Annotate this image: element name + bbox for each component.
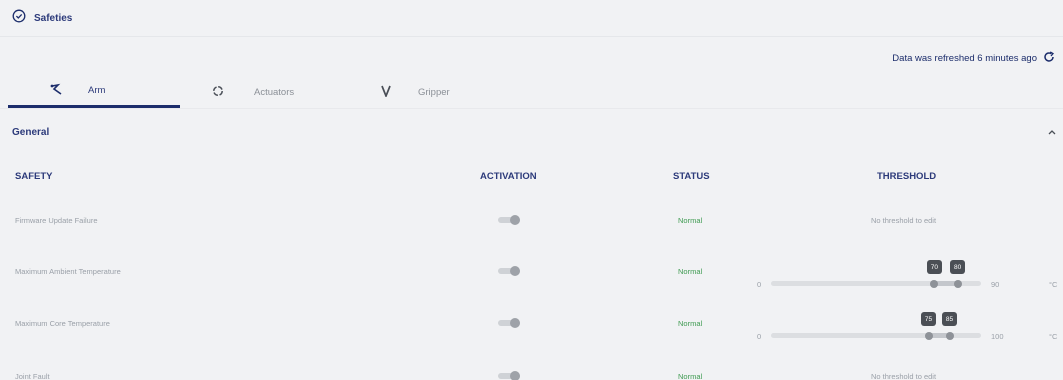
tab-arm[interactable]: Arm (8, 76, 180, 108)
activation-toggle[interactable] (498, 371, 520, 380)
column-header: ACTIVATION (480, 171, 537, 182)
page-title: Safeties (34, 12, 73, 24)
activation-toggle[interactable] (498, 318, 520, 328)
activation-toggle[interactable] (498, 215, 520, 225)
safety-name: Joint Fault (15, 372, 50, 380)
safety-name: Firmware Update Failure (15, 216, 98, 225)
safety-name: Maximum Core Temperature (15, 319, 110, 328)
status-badge: Normal (678, 267, 703, 276)
slider-value-low: 75 (921, 312, 936, 326)
slider-max-label: 100 (991, 332, 1004, 341)
section-general[interactable]: General (12, 124, 1057, 140)
slider-max-label: 90 (991, 280, 1000, 289)
slider-thumb-low[interactable] (930, 279, 939, 288)
actuator-ring-icon (212, 85, 224, 100)
table-row: Firmware Update Failure Normal No thresh… (0, 206, 1063, 246)
tab-label: Actuators (254, 86, 295, 98)
refresh-icon[interactable] (1043, 50, 1055, 66)
divider (0, 36, 1063, 37)
slider-value-high: 80 (950, 260, 966, 274)
tab-label: Gripper (418, 86, 450, 98)
slider-unit: °C (1049, 332, 1058, 341)
slider-unit: °C (1049, 280, 1058, 289)
table-row: Maximum Ambient Temperature Normal 0 70 … (0, 250, 1063, 290)
table-row: Joint Fault Normal No threshold to edit (0, 352, 1063, 380)
threshold-text: No threshold to edit (871, 372, 937, 380)
activation-toggle[interactable] (498, 266, 520, 276)
safety-name: Maximum Ambient Temperature (15, 267, 121, 276)
section-title: General (12, 126, 50, 138)
chevron-up-icon[interactable] (1047, 123, 1057, 141)
shield-check-icon (12, 9, 26, 28)
tab-actuators[interactable]: Actuators (180, 76, 360, 108)
slider-thumb-high[interactable] (945, 331, 954, 340)
refresh-text: Data was refreshed 6 minutes ago (892, 52, 1037, 64)
slider-min-label: 0 (757, 332, 762, 341)
threshold-slider[interactable]: 0 75 85 100 °C (757, 302, 1063, 342)
threshold-text: No threshold to edit (871, 216, 937, 225)
gripper-icon (380, 85, 392, 100)
table-row: Maximum Core Temperature Normal 0 75 85 … (0, 302, 1063, 342)
status-badge: Normal (678, 216, 703, 225)
slider-thumb-low[interactable] (924, 331, 933, 340)
column-header: THRESHOLD (877, 171, 937, 182)
slider-value-high: 85 (942, 312, 957, 326)
divider (0, 108, 1063, 109)
slider-thumb-high[interactable] (953, 279, 962, 288)
threshold-slider[interactable]: 0 70 80 90 °C (757, 250, 1063, 290)
table-header: SAFETY ACTIVATION STATUS THRESHOLD (0, 171, 1063, 185)
arm-icon (50, 83, 64, 98)
column-header: STATUS (673, 171, 710, 182)
status-badge: Normal (678, 372, 703, 380)
tab-gripper[interactable]: Gripper (360, 76, 560, 108)
tab-label: Arm (88, 85, 106, 96)
column-header: SAFETY (15, 171, 53, 182)
top-bar: Safeties (0, 0, 1063, 36)
tab-bar: Arm Actuators Gripper (8, 76, 560, 108)
refresh-status: Data was refreshed 6 minutes ago (892, 48, 1055, 68)
slider-min-label: 0 (757, 280, 762, 289)
status-badge: Normal (678, 319, 703, 328)
slider-value-low: 70 (926, 260, 942, 274)
